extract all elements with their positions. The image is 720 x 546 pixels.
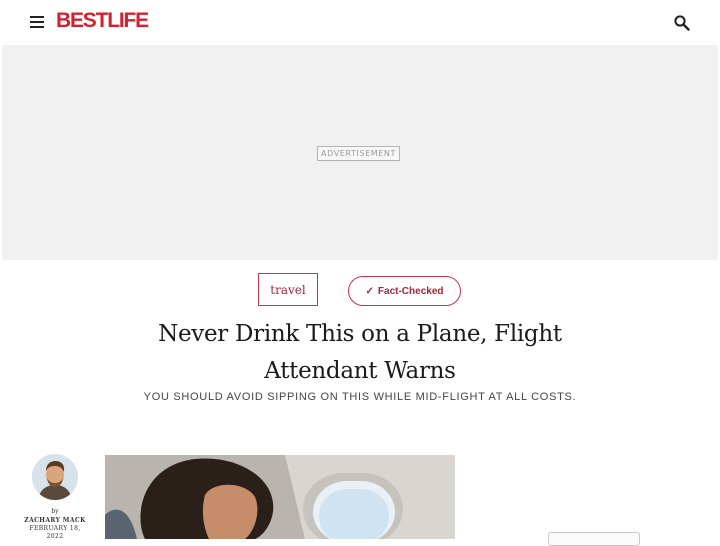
article-hero-image[interactable] — [105, 455, 455, 539]
advertisement-label: ADVERTISEMENT — [317, 146, 401, 161]
author-name[interactable]: ZACHARY MACK — [14, 516, 96, 525]
woman-on-plane-photo — [105, 455, 455, 539]
author-photo — [32, 454, 78, 500]
publish-date-year: 2022 — [46, 533, 64, 540]
advertisement-banner[interactable]: ADVERTISEMENT — [2, 45, 718, 260]
author-avatar[interactable] — [32, 454, 78, 500]
search-icon[interactable] — [673, 14, 691, 32]
article-title: Never Drink This on a Plane, Flight Atte… — [130, 316, 590, 390]
checkmark-icon: ✓ — [365, 285, 374, 297]
fact-checked-label: Fact-Checked — [377, 285, 444, 297]
hamburger-menu-icon[interactable] — [30, 16, 44, 28]
article-subtitle: YOU SHOULD AVOID SIPPING ON THIS WHILE M… — [143, 391, 577, 403]
fact-checked-badge[interactable]: ✓ Fact-Checked — [348, 276, 461, 306]
sidebar-widget[interactable] — [548, 532, 640, 546]
author-byline: by ZACHARY MACK FEBRUARY 18, 2022 — [14, 508, 96, 541]
site-logo[interactable]: BESTLIFE — [56, 9, 149, 33]
publish-date: FEBRUARY 18, — [29, 525, 81, 532]
article-title-line-2: Attendant Warns — [264, 358, 456, 384]
byline-by-label: by — [51, 508, 59, 515]
site-header: BESTLIFE — [0, 0, 720, 45]
category-tag-travel[interactable]: travel — [258, 273, 318, 306]
article-title-line-1: Never Drink This on a Plane, Flight — [158, 321, 562, 347]
